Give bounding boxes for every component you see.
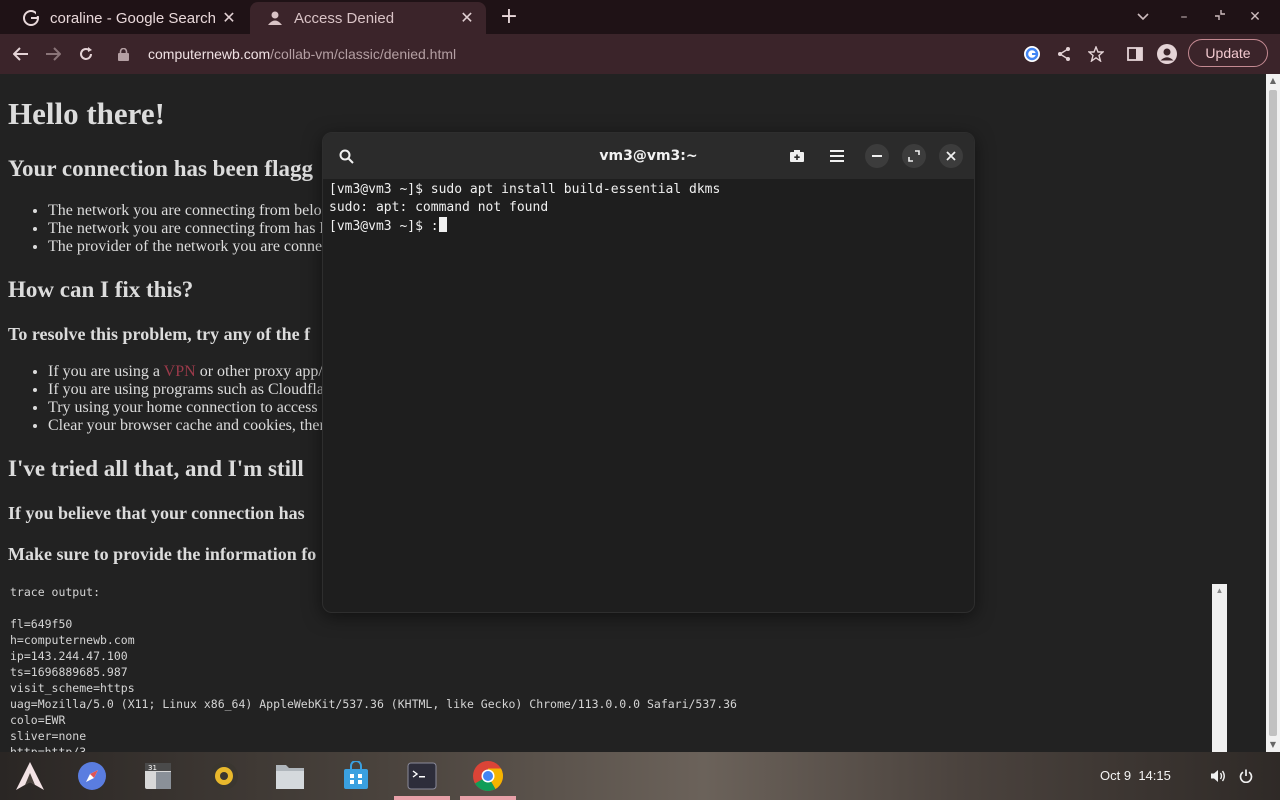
web-browser-icon[interactable] bbox=[76, 760, 108, 792]
trace-line: visit_scheme=https bbox=[10, 681, 135, 695]
power-icon[interactable] bbox=[1236, 766, 1256, 786]
close-tab-icon[interactable]: ✕ bbox=[458, 9, 476, 27]
tab-access-denied[interactable]: Access Denied ✕ bbox=[250, 2, 486, 34]
terminal-prompt: [vm3@vm3 ~]$ : bbox=[329, 219, 439, 234]
tab-google-search[interactable]: coraline - Google Search ✕ bbox=[6, 2, 248, 34]
tab-title: Access Denied bbox=[294, 9, 395, 27]
bookmark-star-icon[interactable] bbox=[1085, 43, 1107, 65]
text-cursor bbox=[438, 217, 447, 232]
google-lens-icon[interactable] bbox=[1021, 43, 1043, 65]
terminal-window[interactable]: vm3@vm3:~ [vm3@vm3 ~]$ sudo apt install … bbox=[322, 132, 975, 613]
list-item: Try using your home connection to access bbox=[48, 399, 325, 417]
google-icon bbox=[22, 9, 40, 27]
scroll-down-icon[interactable]: ▼ bbox=[1266, 738, 1280, 752]
taskbar: 31 Oct 9 14:15 bbox=[0, 752, 1280, 800]
scroll-up-icon[interactable]: ▲ bbox=[1266, 74, 1280, 88]
trace-line: h=computernewb.com bbox=[10, 633, 135, 647]
list-item: If you are using programs such as Cloudf… bbox=[48, 381, 325, 399]
fix-list: If you are using a VPN or other proxy ap… bbox=[8, 363, 325, 435]
chrome-icon[interactable] bbox=[472, 760, 504, 792]
profile-avatar-icon[interactable] bbox=[1156, 43, 1178, 65]
shield-person-icon bbox=[266, 9, 284, 27]
trace-line: http=http/3 bbox=[10, 745, 87, 752]
page-title: Hello there! bbox=[8, 96, 165, 131]
terminal-prompt-line[interactable]: [vm3@vm3 ~]$ : bbox=[329, 217, 968, 236]
close-icon[interactable] bbox=[939, 144, 963, 168]
list-item: The provider of the network you are conn… bbox=[48, 238, 324, 256]
terminal-line: sudo: apt: command not found bbox=[329, 200, 549, 215]
new-tab-icon[interactable] bbox=[785, 144, 809, 168]
url-path: /collab-vm/classic/denied.html bbox=[270, 46, 457, 62]
list-item: If you are using a VPN or other proxy ap… bbox=[48, 363, 325, 381]
music-player-icon[interactable] bbox=[208, 760, 240, 792]
trace-scrollbar[interactable]: ▲ bbox=[1212, 584, 1227, 752]
list-item: The network you are connecting from has … bbox=[48, 220, 324, 238]
arch-launcher-icon[interactable] bbox=[14, 760, 46, 792]
active-app-indicator bbox=[460, 796, 516, 800]
flag-reason-list: The network you are connecting from belo… bbox=[8, 202, 324, 256]
restore-icon[interactable] bbox=[1211, 8, 1229, 26]
trace-line: ts=1696889685.987 bbox=[10, 665, 128, 679]
calendar-icon[interactable]: 31 bbox=[142, 760, 174, 792]
chevron-down-icon[interactable] bbox=[1134, 8, 1152, 26]
browser-tab-strip: coraline - Google Search ✕ Access Denied… bbox=[0, 0, 1280, 34]
reload-icon[interactable] bbox=[75, 43, 97, 65]
maximize-icon[interactable] bbox=[902, 144, 926, 168]
clock-date: Oct 9 bbox=[1100, 768, 1132, 783]
new-tab-button[interactable]: + bbox=[498, 6, 520, 28]
active-app-indicator bbox=[394, 796, 450, 800]
heading-flagged: Your connection has been flagg bbox=[8, 156, 313, 181]
heading-resolve: To resolve this problem, try any of the … bbox=[8, 324, 311, 344]
terminal-icon[interactable] bbox=[406, 760, 438, 792]
list-item-text: If you are using a bbox=[48, 363, 164, 380]
back-arrow-icon[interactable] bbox=[10, 43, 32, 65]
terminal-output[interactable]: [vm3@vm3 ~]$ sudo apt install build-esse… bbox=[329, 181, 968, 606]
svg-text:31: 31 bbox=[148, 764, 157, 772]
address-bar[interactable]: computernewb.com/collab-vm/classic/denie… bbox=[112, 39, 1072, 69]
hamburger-menu-icon[interactable] bbox=[825, 144, 849, 168]
clock-time: 14:15 bbox=[1138, 768, 1171, 783]
trace-line: uag=Mozilla/5.0 (X11; Linux x86_64) Appl… bbox=[10, 697, 737, 711]
close-window-icon[interactable]: ✕ bbox=[1246, 8, 1264, 26]
files-icon[interactable] bbox=[274, 760, 306, 792]
close-tab-icon[interactable]: ✕ bbox=[220, 9, 238, 27]
page-scrollbar[interactable]: ▲ ▼ bbox=[1266, 74, 1280, 752]
vpn-link[interactable]: VPN bbox=[164, 363, 196, 380]
share-icon[interactable] bbox=[1053, 43, 1075, 65]
minimize-icon[interactable]: – bbox=[1175, 8, 1193, 26]
update-button[interactable]: Update bbox=[1188, 39, 1268, 67]
trace-line: sliver=none bbox=[10, 729, 87, 743]
scrollbar-thumb[interactable] bbox=[1269, 90, 1277, 736]
heading-tried: I've tried all that, and I'm still bbox=[8, 456, 304, 481]
trace-line: colo=EWR bbox=[10, 713, 66, 727]
list-item-text: or other proxy app/ bbox=[195, 363, 323, 380]
software-store-icon[interactable] bbox=[340, 760, 372, 792]
forward-arrow-icon[interactable] bbox=[42, 43, 64, 65]
url-host: computernewb.com bbox=[148, 46, 271, 62]
browser-toolbar: computernewb.com/collab-vm/classic/denie… bbox=[0, 34, 1280, 74]
tab-title: coraline - Google Search bbox=[50, 9, 216, 27]
clock[interactable]: Oct 9 14:15 bbox=[1100, 768, 1171, 783]
trace-line: fl=649f50 bbox=[10, 617, 73, 631]
heading-provide: Make sure to provide the information fo bbox=[8, 544, 317, 564]
side-panel-icon[interactable] bbox=[1124, 43, 1146, 65]
search-icon[interactable] bbox=[334, 144, 358, 168]
heading-believe: If you believe that your connection has bbox=[8, 503, 305, 523]
list-item: The network you are connecting from belo bbox=[48, 202, 324, 220]
trace-line: ip=143.244.47.100 bbox=[10, 649, 128, 663]
minimize-icon[interactable] bbox=[865, 144, 889, 168]
lock-icon[interactable] bbox=[118, 46, 134, 62]
terminal-line: [vm3@vm3 ~]$ sudo apt install build-esse… bbox=[329, 182, 721, 197]
heading-fix: How can I fix this? bbox=[8, 277, 194, 302]
volume-icon[interactable] bbox=[1208, 766, 1228, 786]
scroll-up-icon[interactable]: ▲ bbox=[1212, 584, 1227, 598]
list-item: Clear your browser cache and cookies, th… bbox=[48, 417, 325, 435]
